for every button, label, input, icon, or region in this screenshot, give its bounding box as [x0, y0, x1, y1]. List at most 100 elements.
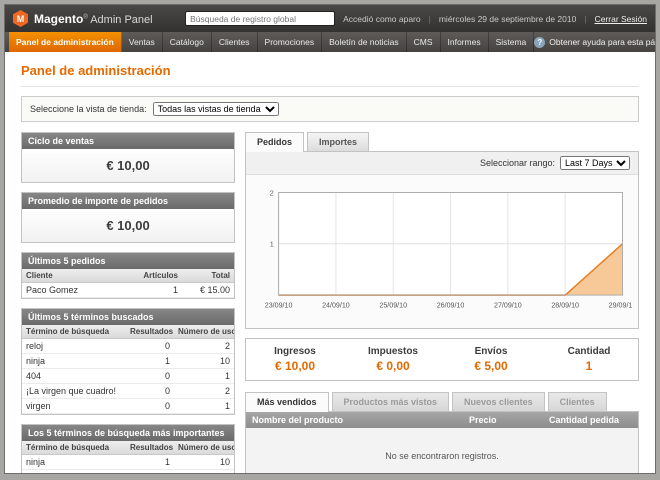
top-search-box: Los 5 términos de búsqueda más important…	[21, 424, 235, 474]
cell-term: 404	[22, 369, 126, 384]
stat-value: € 0,00	[344, 359, 442, 373]
table-row[interactable]: ¡La virgen que cuadro! 0 2	[22, 384, 234, 399]
table-header-row: Cliente Artículos Total	[22, 269, 234, 283]
cell-results: 1	[126, 455, 174, 470]
last-search-box: Últimos 5 términos buscados Término de b…	[21, 308, 235, 415]
right-column: Pedidos Importes Seleccionar rango: Last…	[245, 132, 639, 474]
header-date: miércoles 29 de septiembre de 2010	[439, 14, 577, 24]
nav-item-boletin[interactable]: Boletín de noticias	[322, 32, 406, 52]
nav-item-ventas[interactable]: Ventas	[122, 32, 163, 52]
nav-item-sistema[interactable]: Sistema	[489, 32, 535, 52]
column-header: Cliente	[22, 269, 136, 283]
brand-name: Magento	[34, 12, 83, 26]
cell-uses: 2	[174, 339, 234, 354]
range-label: Seleccionar rango:	[480, 158, 555, 168]
svg-text:2: 2	[270, 188, 274, 197]
top-header: M Magento® Admin Panel Accedió como apar…	[5, 5, 655, 32]
tab-nuevos-clientes[interactable]: Nuevos clientes	[452, 392, 545, 411]
help-link[interactable]: ? Obtener ayuda para esta página	[534, 32, 656, 52]
tab-clientes[interactable]: Clientes	[548, 392, 607, 411]
last-search-title: Últimos 5 términos buscados	[22, 309, 234, 325]
table-row[interactable]: Paco Gomez 1 € 15.00	[22, 283, 234, 298]
avg-order-title: Promedio de importe de pedidos	[22, 193, 234, 209]
svg-text:28/09/10: 28/09/10	[551, 301, 579, 309]
column-header: Resultados	[126, 325, 174, 339]
header-separator: |	[429, 14, 431, 24]
avg-order-value: € 10,00	[22, 209, 234, 242]
grid-empty-message: No se encontraron registros.	[246, 428, 638, 475]
column-header: Total	[182, 269, 234, 283]
tab-mas-vendidos[interactable]: Más vendidos	[245, 392, 329, 412]
cell-uses: 10	[174, 354, 234, 369]
tab-productos-mas-vistos[interactable]: Productos más vistos	[332, 392, 450, 411]
grid-header-row: Nombre del producto Precio Cantidad pedi…	[246, 412, 638, 428]
left-column: Ciclo de ventas € 10,00 Promedio de impo…	[21, 132, 235, 474]
range-select[interactable]: Last 7 Days	[560, 156, 630, 170]
cell-term: reloj	[22, 339, 126, 354]
stat-envios: Envíos € 5,00	[442, 346, 540, 373]
svg-text:1: 1	[270, 240, 274, 249]
sales-cycle-title: Ciclo de ventas	[22, 133, 234, 149]
cell-results: 0	[126, 384, 174, 399]
stat-value: 1	[540, 359, 638, 373]
stat-label: Ingresos	[246, 346, 344, 357]
cell-uses: 2	[174, 384, 234, 399]
main-nav: Panel de administración Ventas Catálogo …	[5, 32, 655, 52]
store-view-bar: Seleccione la vista de tienda: Todas las…	[21, 96, 639, 122]
table-row[interactable]: reloj 0 2	[22, 339, 234, 354]
table-row[interactable]: 404 0 1	[22, 369, 234, 384]
top-search-title: Los 5 términos de búsqueda más important…	[22, 425, 234, 441]
cell-results: 0	[126, 369, 174, 384]
stat-cantidad: Cantidad 1	[540, 346, 638, 373]
header-right: Accedió como aparo | miércoles 29 de sep…	[185, 11, 647, 26]
stat-label: Cantidad	[540, 346, 638, 357]
stat-value: € 5,00	[442, 359, 540, 373]
nav-item-cms[interactable]: CMS	[407, 32, 441, 52]
page-title: Panel de administración	[21, 58, 639, 87]
column-header-qty: Cantidad pedida	[543, 412, 638, 428]
svg-text:23/09/10: 23/09/10	[265, 301, 293, 309]
chart-panel: Seleccionar rango: Last 7 Days 1 2 23/09/1…	[245, 151, 639, 329]
svg-text:27/09/10: 27/09/10	[494, 301, 522, 309]
cell-term: ¡La virgen que cuadro!	[22, 384, 126, 399]
stat-value: € 10,00	[246, 359, 344, 373]
last-orders-title: Últimos 5 pedidos	[22, 253, 234, 269]
column-header-product: Nombre del producto	[246, 412, 463, 428]
store-view-select[interactable]: Todas las vistas de tienda	[153, 102, 279, 116]
table-row[interactable]: virgen 0 1	[22, 399, 234, 414]
last-orders-table: Cliente Artículos Total Paco Gomez 1 € 1…	[22, 269, 234, 298]
cell-results: 0	[126, 399, 174, 414]
table-row[interactable]: reloj 0 2	[22, 470, 234, 475]
table-header-row: Término de búsqueda Resultados Número de…	[22, 325, 234, 339]
column-header: Número de usos	[174, 441, 234, 455]
last-search-table: Término de búsqueda Resultados Número de…	[22, 325, 234, 414]
column-header: Término de búsqueda	[22, 441, 126, 455]
admin-window: M Magento® Admin Panel Accedió como apar…	[4, 4, 656, 474]
nav-item-promociones[interactable]: Promociones	[258, 32, 323, 52]
table-row[interactable]: ninja 1 10	[22, 455, 234, 470]
nav-item-dashboard[interactable]: Panel de administración	[9, 32, 122, 52]
tab-pedidos[interactable]: Pedidos	[245, 132, 304, 152]
cell-uses: 2	[174, 470, 234, 475]
nav-item-catalogo[interactable]: Catálogo	[163, 32, 212, 52]
avg-order-box: Promedio de importe de pedidos € 10,00	[21, 192, 235, 243]
totals-bar: Ingresos € 10,00 Impuestos € 0,00 Envíos…	[245, 338, 639, 381]
cell-term: reloj	[22, 470, 126, 475]
nav-item-informes[interactable]: Informes	[441, 32, 489, 52]
chart-tabs: Pedidos Importes	[245, 132, 639, 151]
table-header-row: Término de búsqueda Resultados Número de…	[22, 441, 234, 455]
sales-cycle-box: Ciclo de ventas € 10,00	[21, 132, 235, 183]
last-orders-box: Últimos 5 pedidos Cliente Artículos Tota…	[21, 252, 235, 299]
stat-ingresos: Ingresos € 10,00	[246, 346, 344, 373]
nav-item-clientes[interactable]: Clientes	[212, 32, 258, 52]
tab-importes[interactable]: Importes	[307, 132, 369, 151]
logged-in-as: Accedió como aparo	[343, 14, 421, 24]
global-search-input[interactable]	[185, 11, 335, 26]
cell-uses: 1	[174, 399, 234, 414]
content-area: Panel de administración Seleccione la vi…	[5, 52, 655, 474]
logout-link[interactable]: Cerrar Sesión	[595, 14, 647, 24]
top-search-table: Término de búsqueda Resultados Número de…	[22, 441, 234, 474]
stat-label: Envíos	[442, 346, 540, 357]
column-header-price: Precio	[463, 412, 543, 428]
table-row[interactable]: ninja 1 10	[22, 354, 234, 369]
